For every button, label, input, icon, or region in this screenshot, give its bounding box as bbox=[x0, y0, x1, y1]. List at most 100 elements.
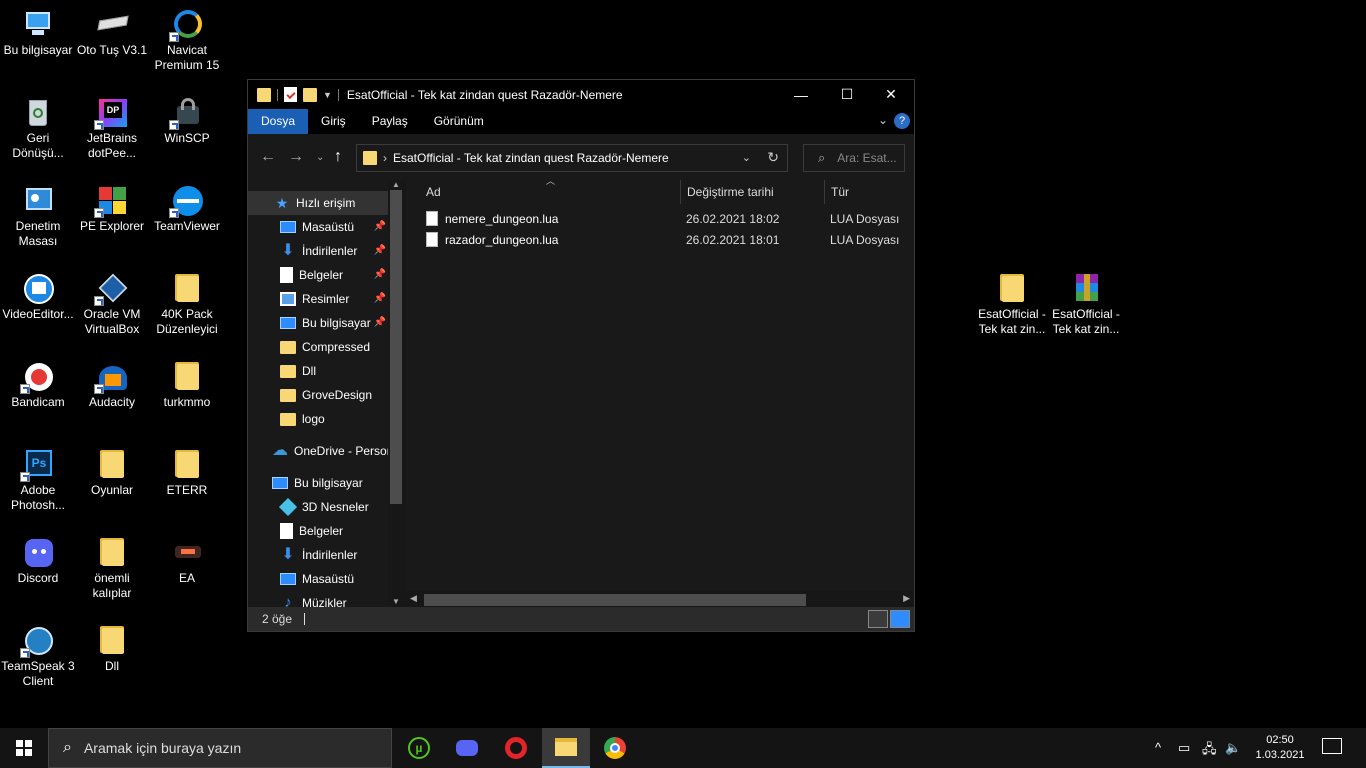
taskbar-app-utorrent[interactable]: µ bbox=[395, 728, 443, 768]
desktop-icon-onemli-kaliplar[interactable]: önemli kalıplar bbox=[74, 536, 150, 601]
taskbar-app-discord[interactable] bbox=[443, 728, 491, 768]
tab-share[interactable]: Paylaş bbox=[359, 109, 421, 134]
up-arrow-icon[interactable]: ↑ bbox=[334, 148, 342, 166]
nav-documents[interactable]: Belgeler 📌 bbox=[248, 263, 388, 287]
network-icon[interactable]: 🖧 bbox=[1202, 740, 1217, 762]
desktop-icon-recycle-bin[interactable]: Geri Dönüşü... bbox=[0, 96, 76, 161]
nav-desktop[interactable]: Masaüstü 📌 bbox=[248, 215, 388, 239]
nav-label: GroveDesign bbox=[302, 388, 373, 402]
desktop-icon-teamspeak[interactable]: TeamSpeak 3 Client bbox=[0, 624, 76, 689]
taskbar-app-opera[interactable] bbox=[492, 728, 540, 768]
nav-music[interactable]: ♪ Müzikler bbox=[248, 591, 388, 609]
scroll-down-icon[interactable]: ▼ bbox=[392, 597, 400, 606]
refresh-icon[interactable]: ↻ bbox=[767, 149, 779, 166]
nav-downloads[interactable]: ⬇ İndirilenler 📌 bbox=[248, 239, 388, 263]
volume-icon[interactable]: 🔈 bbox=[1225, 740, 1241, 756]
desktop-icon-eterr[interactable]: ETERR bbox=[149, 448, 225, 498]
scroll-right-icon[interactable]: ▶ bbox=[903, 593, 910, 604]
nav-downloads-pc[interactable]: ⬇ İndirilenler bbox=[248, 543, 388, 567]
nav-pictures[interactable]: Resimler 📌 bbox=[248, 287, 388, 311]
desktop-icon-oto-tus[interactable]: Oto Tuş V3.1 bbox=[74, 8, 150, 58]
properties-icon[interactable] bbox=[284, 87, 297, 102]
file-row[interactable]: razador_dungeon.lua 26.02.2021 18:01 LUA… bbox=[426, 229, 906, 250]
large-icons-view-button[interactable] bbox=[890, 610, 910, 628]
desktop-icon-esat-folder[interactable]: EsatOfficial - Tek kat zin... bbox=[974, 272, 1050, 337]
nav-scrollbar-thumb[interactable] bbox=[390, 190, 402, 504]
pin-icon[interactable]: 📌 bbox=[374, 293, 386, 304]
desktop-icon-navicat[interactable]: Navicat Premium 15 bbox=[149, 8, 225, 73]
column-separator[interactable] bbox=[824, 180, 825, 204]
desktop-icon-40k-pack[interactable]: 40K Pack Düzenleyici bbox=[149, 272, 225, 337]
recent-locations-chevron-icon[interactable]: ⌄ bbox=[316, 152, 324, 163]
nav-logo[interactable]: logo bbox=[248, 407, 388, 431]
nav-desktop-pc[interactable]: Masaüstü bbox=[248, 567, 388, 591]
desktop-icon-control-panel[interactable]: Denetim Masası bbox=[0, 184, 76, 249]
taskbar-app-chrome[interactable] bbox=[591, 728, 639, 768]
title-bar[interactable]: ▼ EsatOfficial - Tek kat zindan quest Ra… bbox=[248, 80, 914, 109]
breadcrumb-chevron-icon[interactable]: › bbox=[383, 151, 387, 165]
column-separator[interactable] bbox=[680, 180, 681, 204]
nav-dll[interactable]: Dll bbox=[248, 359, 388, 383]
desktop-icon-this-pc[interactable]: Bu bilgisayar bbox=[0, 8, 76, 58]
nav-3d-objects[interactable]: 3D Nesneler bbox=[248, 495, 388, 519]
forward-arrow-icon[interactable]: → bbox=[288, 148, 304, 166]
back-arrow-icon[interactable]: ← bbox=[260, 148, 276, 166]
desktop-icon-bandicam[interactable]: Bandicam bbox=[0, 360, 76, 410]
address-dropdown-chevron-icon[interactable]: ⌄ bbox=[742, 151, 751, 164]
tab-file[interactable]: Dosya bbox=[248, 109, 309, 134]
nav-this-pc[interactable]: Bu bilgisayar bbox=[248, 471, 388, 495]
column-header-date[interactable]: Değiştirme tarihi bbox=[687, 180, 774, 204]
nav-grovedesign[interactable]: GroveDesign bbox=[248, 383, 388, 407]
desktop-icon-esat-archive[interactable]: EsatOfficial - Tek kat zin... bbox=[1048, 272, 1124, 337]
tab-home[interactable]: Giriş bbox=[308, 109, 359, 134]
pin-icon[interactable]: 📌 bbox=[374, 245, 386, 256]
tab-view[interactable]: Görünüm bbox=[421, 109, 497, 134]
search-input[interactable]: ⌕ Ara: Esat... bbox=[803, 144, 905, 172]
maximize-button[interactable]: ☐ bbox=[824, 80, 870, 109]
scroll-left-icon[interactable]: ◀ bbox=[410, 593, 417, 604]
close-button[interactable]: ✕ bbox=[868, 80, 914, 109]
taskbar-app-file-explorer[interactable] bbox=[542, 728, 590, 768]
taskbar-search-input[interactable]: ⌕ Aramak için buraya yazın bbox=[48, 728, 392, 768]
pin-icon[interactable]: 📌 bbox=[374, 269, 386, 280]
desktop-icon-teamviewer[interactable]: TeamViewer bbox=[149, 184, 225, 234]
start-button[interactable] bbox=[0, 728, 48, 768]
minimize-button[interactable]: — bbox=[778, 80, 824, 109]
help-icon[interactable]: ? bbox=[894, 113, 910, 129]
column-header-name[interactable]: Ad bbox=[426, 180, 441, 204]
pin-icon[interactable]: 📌 bbox=[374, 317, 386, 328]
desktop-icon-audacity[interactable]: Audacity bbox=[74, 360, 150, 410]
desktop-icon-ea[interactable]: EA bbox=[149, 536, 225, 586]
desktop-icon-discord[interactable]: Discord bbox=[0, 536, 76, 586]
desktop-icon-videoeditor[interactable]: VideoEditor... bbox=[0, 272, 76, 322]
horizontal-scrollbar-thumb[interactable] bbox=[424, 594, 806, 606]
file-row[interactable]: nemere_dungeon.lua 26.02.2021 18:02 LUA … bbox=[426, 208, 906, 229]
nav-onedrive[interactable]: ☁ OneDrive - Persor bbox=[248, 439, 388, 463]
scroll-up-icon[interactable]: ▲ bbox=[392, 180, 400, 189]
desktop-icon-photoshop[interactable]: Ps Adobe Photosh... bbox=[0, 448, 76, 513]
desktop-icon-turkmmo[interactable]: turkmmo bbox=[149, 360, 225, 410]
expand-ribbon-chevron-icon[interactable]: ⌄ bbox=[878, 113, 888, 127]
desktop-icon-oyunlar[interactable]: Oyunlar bbox=[74, 448, 150, 498]
nav-compressed[interactable]: Compressed bbox=[248, 335, 388, 359]
pin-icon[interactable]: 📌 bbox=[374, 221, 386, 232]
desktop-icon-pe-explorer[interactable]: PE Explorer bbox=[74, 184, 150, 234]
customize-toolbar-chevron-icon[interactable]: ▼ bbox=[323, 90, 332, 100]
column-header-type[interactable]: Tür bbox=[831, 180, 849, 204]
breadcrumb-current[interactable]: EsatOfficial - Tek kat zindan quest Raza… bbox=[393, 151, 669, 165]
nav-quick-access[interactable]: ★ Hızlı erişim bbox=[248, 191, 388, 215]
battery-icon[interactable]: ▭ bbox=[1178, 740, 1190, 756]
new-folder-icon[interactable] bbox=[303, 87, 317, 102]
details-view-button[interactable] bbox=[868, 610, 888, 628]
horizontal-scrollbar[interactable]: ◀ ▶ bbox=[406, 591, 914, 608]
nav-documents-pc[interactable]: Belgeler bbox=[248, 519, 388, 543]
clock[interactable]: 02:50 1.03.2021 bbox=[1250, 733, 1310, 763]
desktop-icon-dll[interactable]: Dll bbox=[74, 624, 150, 674]
show-hidden-icons-chevron-icon[interactable]: ^ bbox=[1155, 740, 1161, 755]
notification-center-icon[interactable] bbox=[1322, 738, 1342, 754]
desktop-icon-virtualbox[interactable]: Oracle VM VirtualBox bbox=[74, 272, 150, 337]
desktop-icon-winscp[interactable]: WinSCP bbox=[149, 96, 225, 146]
desktop-icon-dotpeek[interactable]: DP JetBrains dotPee... bbox=[74, 96, 150, 161]
address-bar[interactable]: › EsatOfficial - Tek kat zindan quest Ra… bbox=[356, 144, 788, 172]
nav-this-pc-pinned[interactable]: Bu bilgisayar 📌 bbox=[248, 311, 388, 335]
